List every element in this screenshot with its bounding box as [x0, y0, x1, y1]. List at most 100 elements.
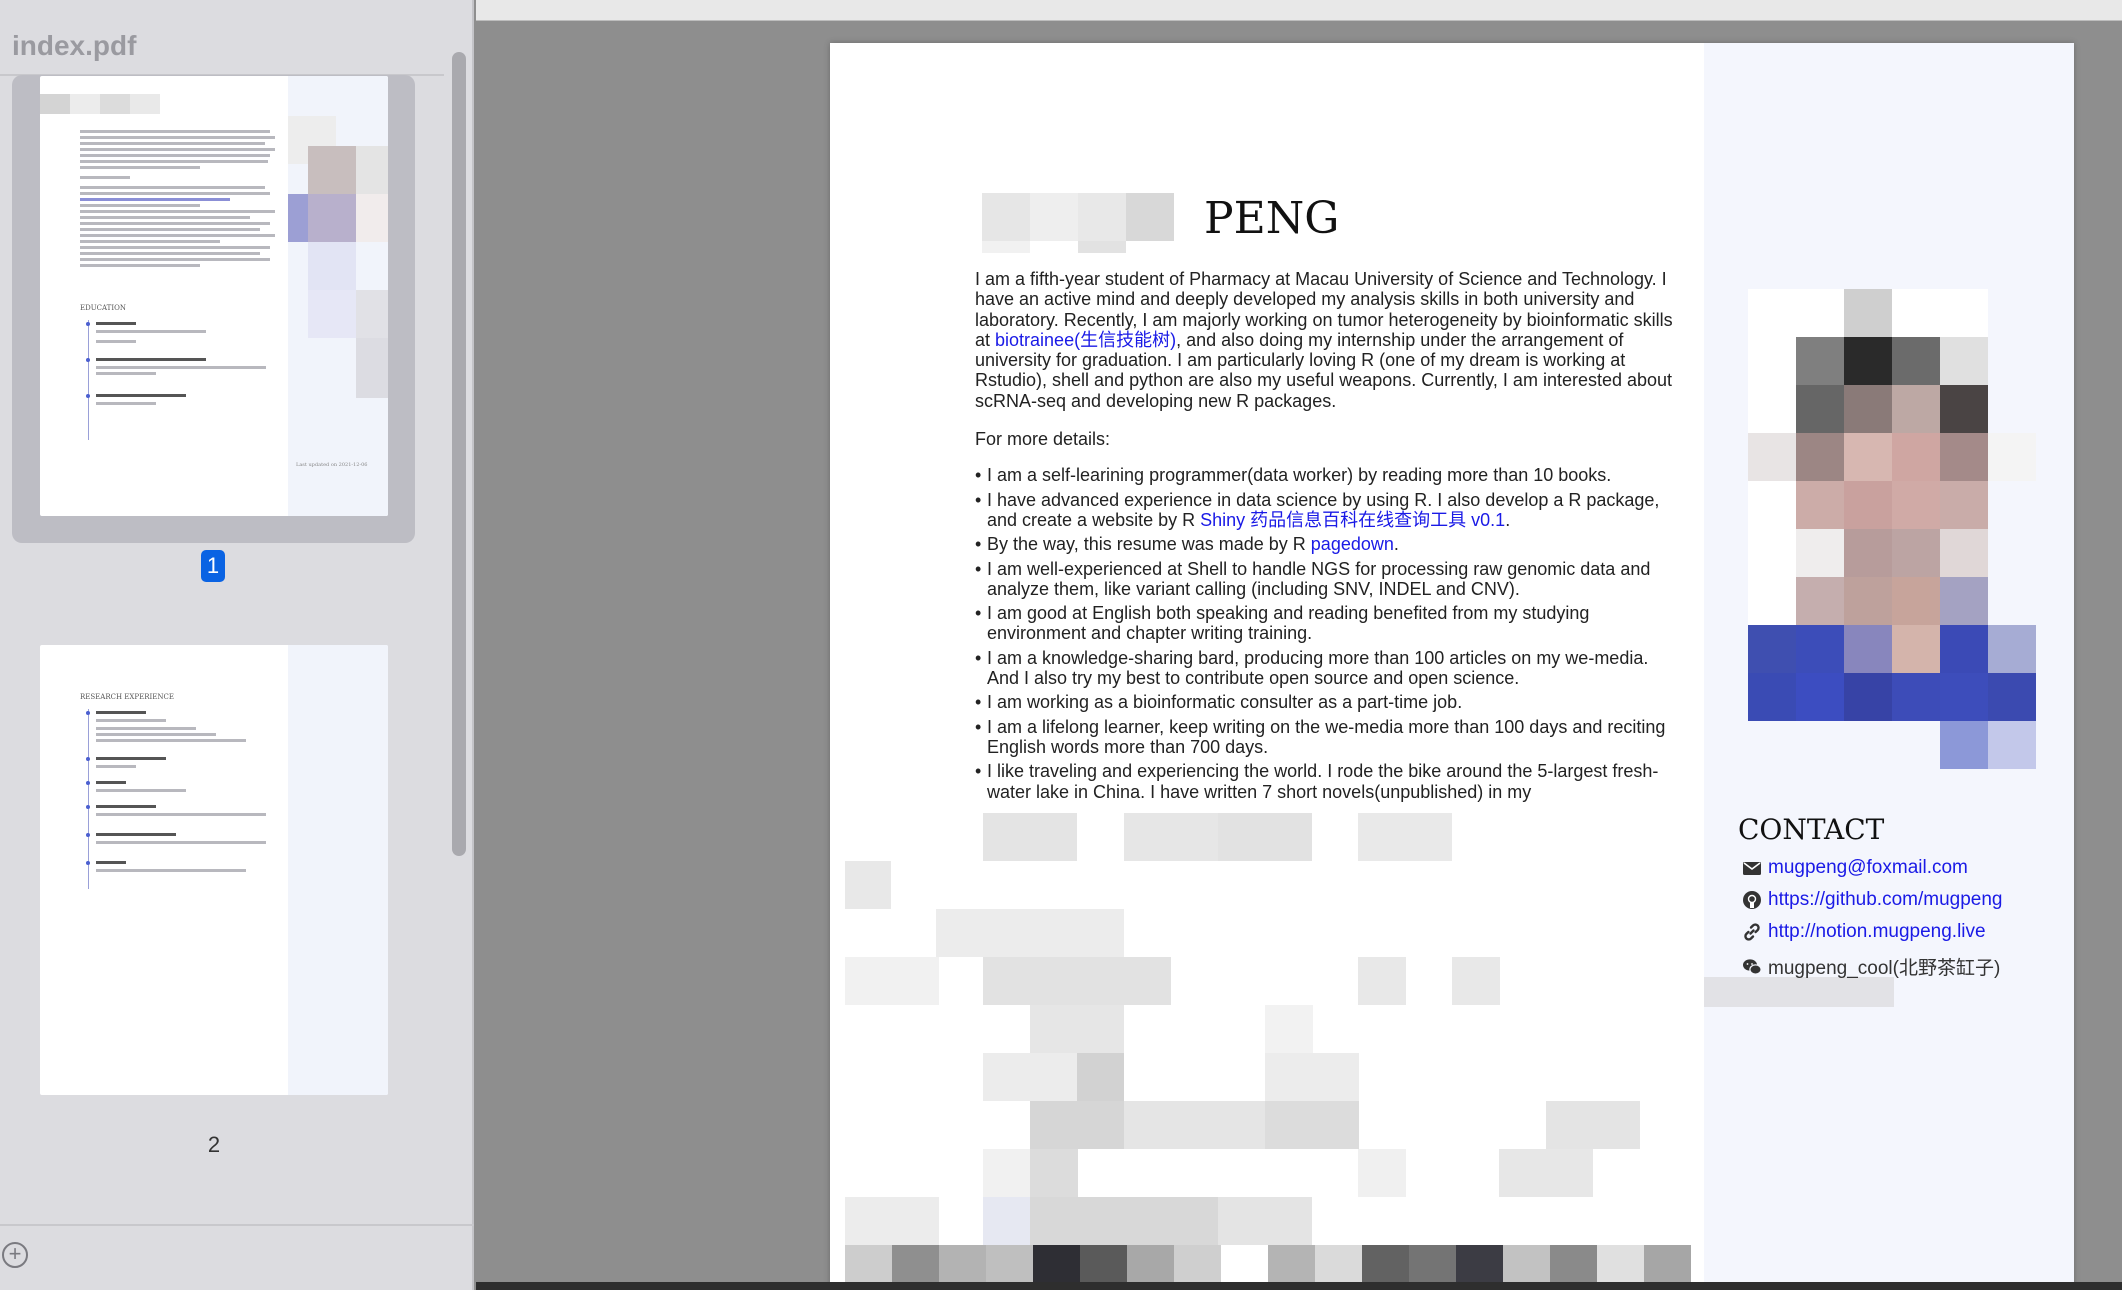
- timeline-dot: [86, 711, 90, 715]
- text-line: [96, 358, 206, 361]
- text-line: [80, 222, 270, 225]
- text-line: [80, 240, 220, 243]
- text-line: [96, 330, 206, 333]
- timeline-dot: [86, 322, 90, 326]
- text-line: [96, 402, 156, 405]
- list-item: By the way, this resume was made by R pa…: [975, 534, 1675, 555]
- divider: [0, 1224, 474, 1226]
- blurred-photo: [356, 146, 388, 194]
- text-line: [80, 142, 265, 145]
- page-number-label: 2: [207, 1132, 221, 1157]
- text-line: [80, 136, 275, 139]
- text-line: [80, 192, 270, 195]
- text-line: [80, 252, 260, 255]
- intro-section: I am a fifth-year student of Pharmacy at…: [975, 269, 1675, 812]
- plus-circle-icon[interactable]: +: [2, 1242, 28, 1268]
- text-line: [96, 781, 126, 784]
- blurred-photo: [308, 146, 356, 194]
- blurred-photo: [308, 290, 356, 338]
- text-line: [96, 739, 246, 742]
- text-line: [80, 210, 275, 213]
- text-line: [96, 789, 186, 792]
- text-line: [96, 833, 176, 836]
- text-line: [80, 246, 270, 249]
- text-line: [96, 322, 136, 325]
- github-icon: [1743, 891, 1761, 909]
- text-line: [96, 340, 136, 343]
- intro-paragraph: I am a fifth-year student of Pharmacy at…: [975, 269, 1673, 411]
- wechat-icon: [1743, 958, 1762, 975]
- text-line: [96, 394, 186, 397]
- text-line: [80, 166, 200, 169]
- text-line: [80, 264, 200, 267]
- blurred-profile-photo: [1748, 289, 2074, 789]
- document-title: index.pdf: [12, 30, 137, 61]
- blurred-photo: [288, 194, 308, 242]
- text-line: [96, 841, 266, 844]
- blurred-first-name: [982, 193, 1192, 253]
- shiny-app-link[interactable]: Shiny 药品信息百科在线查询工具 v0.1: [1200, 510, 1505, 530]
- blurred-photo: [356, 338, 388, 398]
- text-line: [80, 154, 270, 157]
- text-line: [80, 234, 275, 237]
- text-line: [96, 765, 136, 768]
- text-line: [96, 711, 146, 714]
- text-line: [96, 757, 166, 760]
- thumb-last-updated: Last updated on 2021-12-06: [296, 462, 368, 468]
- email-link[interactable]: mugpeng@foxmail.com: [1768, 857, 1968, 879]
- blurred-photo: [308, 242, 356, 290]
- text-line: [80, 130, 270, 133]
- text-line: [80, 228, 260, 231]
- details-list: I am a self-learining programmer(data wo…: [975, 465, 1675, 801]
- more-details-label: For more details:: [975, 429, 1111, 450]
- timeline-dot: [86, 781, 90, 785]
- timeline-dot: [86, 833, 90, 837]
- envelope-icon: [1743, 862, 1761, 875]
- blurred-region: [40, 94, 70, 114]
- list-item: I am a knowledge-sharing bard, producing…: [975, 648, 1675, 689]
- list-item: I am good at English both speaking and r…: [975, 603, 1675, 644]
- text-line: [80, 160, 268, 163]
- text-line: [80, 176, 130, 179]
- page-thumbnail-1[interactable]: EDUCATION Last updated on 2021-12-06: [40, 76, 388, 516]
- page-thumbnail-2[interactable]: RESEARCH EXPERIENCE: [40, 645, 388, 1095]
- contact-heading: CONTACT: [1738, 813, 1885, 846]
- list-item: I like traveling and experiencing the wo…: [975, 761, 1675, 802]
- thumbnail-sidebar: index.pdf EDUCATION Last updated on 2021…: [0, 0, 474, 1290]
- text-line: [96, 727, 196, 730]
- pagedown-link[interactable]: pagedown: [1311, 534, 1394, 554]
- blurred-photo: [308, 194, 356, 242]
- biotrainee-link[interactable]: biotrainee(生信技能树): [995, 330, 1176, 350]
- link-icon: [1744, 923, 1760, 941]
- timeline-dot: [86, 757, 90, 761]
- github-link[interactable]: https://github.com/mugpeng: [1768, 889, 2002, 911]
- text-line: [96, 372, 156, 375]
- timeline-dot: [86, 394, 90, 398]
- timeline-dot: [86, 805, 90, 809]
- list-item: I am working as a bioinformatic consulte…: [975, 692, 1675, 713]
- text-line: [80, 148, 275, 151]
- pdf-page: PENG I am a fifth-year student of Pharma…: [830, 43, 2074, 1290]
- toolbar-edge: [476, 0, 2122, 21]
- contact-github: https://github.com/mugpeng: [1742, 889, 2002, 911]
- contact-wechat: mugpeng_cool(北野茶缸子): [1742, 953, 2000, 980]
- text-line: [96, 719, 166, 722]
- sidebar-scrollbar[interactable]: [452, 52, 466, 856]
- text-line: [80, 216, 250, 219]
- text-line: [96, 805, 156, 808]
- text-line: [96, 869, 246, 872]
- thumbnail-aside: [288, 645, 388, 1095]
- contact-email: mugpeng@foxmail.com: [1742, 857, 1968, 879]
- blurred-region: [70, 94, 100, 114]
- thumb-section-research: RESEARCH EXPERIENCE: [80, 693, 174, 701]
- text-line: [80, 186, 265, 189]
- blurred-region: [100, 94, 130, 114]
- text-line: [80, 258, 270, 261]
- text-line: [96, 813, 266, 816]
- blurred-region: [130, 94, 160, 114]
- timeline-dot: [86, 861, 90, 865]
- blurred-region: [830, 813, 1704, 1290]
- text-line: [96, 861, 126, 864]
- website-link[interactable]: http://notion.mugpeng.live: [1768, 921, 1986, 943]
- blurred-photo: [356, 194, 388, 242]
